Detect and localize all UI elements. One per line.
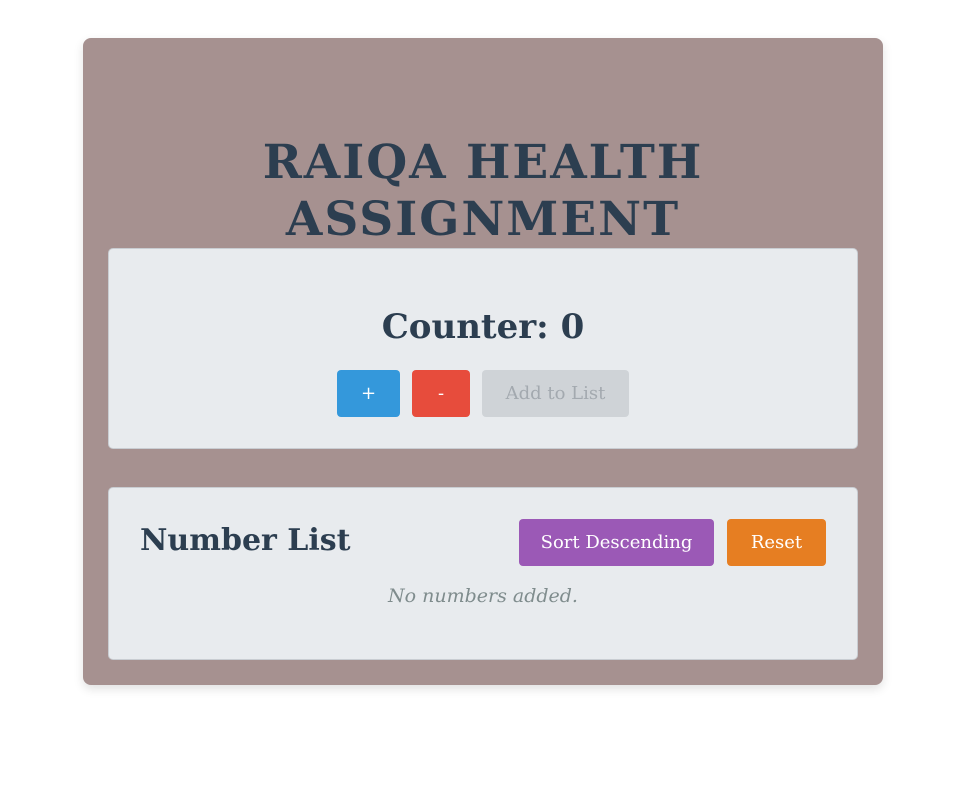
decrement-button[interactable]: - [412, 370, 470, 417]
empty-list-message: No numbers added. [388, 585, 578, 607]
app-container: RAIQA HEALTH ASSIGNMENT Counter: 0 + - A… [83, 38, 883, 685]
sort-descending-button[interactable]: Sort Descending [519, 519, 714, 566]
add-to-list-button[interactable]: Add to List [482, 370, 629, 417]
page-title-line-1: RAIQA HEALTH [262, 135, 704, 190]
counter-display: Counter: 0 [381, 307, 585, 347]
reset-button[interactable]: Reset [727, 519, 826, 566]
page-title-line-2: ASSIGNMENT [285, 192, 681, 247]
number-list-heading: Number List [140, 523, 351, 558]
page-title: RAIQA HEALTH ASSIGNMENT [83, 134, 883, 248]
number-list-card: Number List Sort Descending Reset No num… [108, 487, 858, 660]
counter-card: Counter: 0 + - Add to List [108, 248, 858, 449]
increment-button[interactable]: + [337, 370, 400, 417]
